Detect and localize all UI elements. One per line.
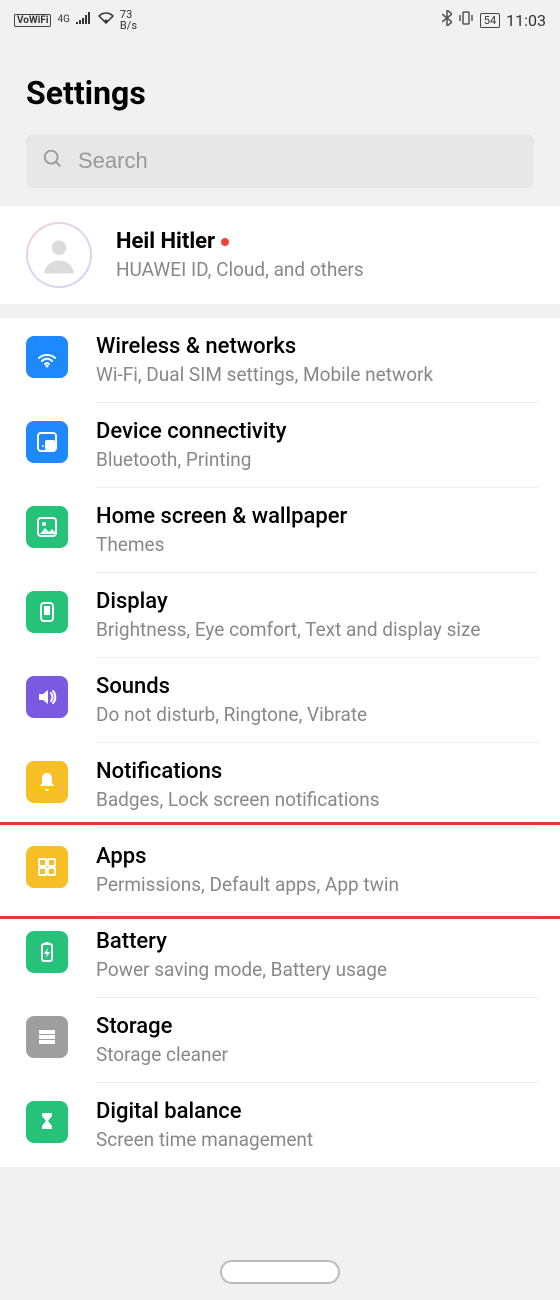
signal-type: 4G	[57, 15, 69, 25]
item-title: Wireless & networks	[96, 334, 538, 359]
item-sub: Wi-Fi, Dual SIM settings, Mobile network	[96, 363, 538, 386]
wifi-status-icon	[98, 12, 114, 28]
hourglass-icon	[26, 1101, 68, 1143]
settings-list: Wireless & networks Wi-Fi, Dual SIM sett…	[0, 318, 560, 1167]
settings-item-image[interactable]: Home screen & wallpaper Themes	[0, 488, 560, 573]
settings-item-apps[interactable]: Apps Permissions, Default apps, App twin	[0, 828, 560, 913]
item-sub: Bluetooth, Printing	[96, 448, 538, 471]
account-row[interactable]: Heil Hitler HUAWEI ID, Cloud, and others	[0, 206, 560, 304]
search-input[interactable]	[78, 148, 518, 174]
status-bar: VoWiFi 4G 73B/s 54 11:03	[0, 0, 560, 40]
item-sub: Storage cleaner	[96, 1043, 538, 1066]
notification-dot-icon	[221, 238, 229, 246]
account-name: Heil Hitler	[116, 229, 364, 254]
settings-item-display[interactable]: Display Brightness, Eye comfort, Text an…	[0, 573, 560, 658]
item-sub: Badges, Lock screen notifications	[96, 788, 538, 811]
bluetooth-icon	[442, 10, 452, 30]
avatar	[26, 222, 92, 288]
status-right: 54 11:03	[442, 10, 546, 30]
item-sub: Power saving mode, Battery usage	[96, 958, 538, 981]
page-title: Settings	[0, 40, 560, 134]
item-title: Storage	[96, 1014, 538, 1039]
item-title: Sounds	[96, 674, 538, 699]
item-title: Display	[96, 589, 538, 614]
vowifi-badge: VoWiFi	[14, 14, 51, 27]
search-box[interactable]	[26, 134, 534, 188]
battery-icon	[26, 931, 68, 973]
image-icon	[26, 506, 68, 548]
item-sub: Do not disturb, Ringtone, Vibrate	[96, 703, 538, 726]
storage-icon	[26, 1016, 68, 1058]
item-title: Digital balance	[96, 1099, 538, 1124]
item-title: Battery	[96, 929, 538, 954]
settings-item-sound[interactable]: Sounds Do not disturb, Ringtone, Vibrate	[0, 658, 560, 743]
connect-icon	[26, 421, 68, 463]
item-sub: Brightness, Eye comfort, Text and displa…	[96, 618, 538, 641]
item-title: Home screen & wallpaper	[96, 504, 538, 529]
nav-pill[interactable]	[220, 1260, 340, 1284]
settings-item-hourglass[interactable]: Digital balance Screen time management	[0, 1083, 560, 1167]
status-left: VoWiFi 4G 73B/s	[14, 9, 137, 31]
settings-item-bell[interactable]: Notifications Badges, Lock screen notifi…	[0, 743, 560, 828]
item-title: Device connectivity	[96, 419, 538, 444]
vibrate-icon	[458, 10, 474, 30]
search-icon	[42, 148, 64, 174]
item-sub: Themes	[96, 533, 538, 556]
item-sub: Permissions, Default apps, App twin	[96, 873, 538, 896]
item-title: Apps	[96, 844, 538, 869]
data-rate: 73B/s	[120, 9, 137, 31]
settings-item-connect[interactable]: Device connectivity Bluetooth, Printing	[0, 403, 560, 488]
item-title: Notifications	[96, 759, 538, 784]
item-sub: Screen time management	[96, 1128, 538, 1151]
bell-icon	[26, 761, 68, 803]
settings-item-wifi[interactable]: Wireless & networks Wi-Fi, Dual SIM sett…	[0, 318, 560, 403]
apps-icon	[26, 846, 68, 888]
sound-icon	[26, 676, 68, 718]
display-icon	[26, 591, 68, 633]
signal-bars-icon	[76, 12, 92, 28]
wifi-icon	[26, 336, 68, 378]
settings-item-battery[interactable]: Battery Power saving mode, Battery usage	[0, 913, 560, 998]
account-sub: HUAWEI ID, Cloud, and others	[116, 258, 364, 281]
clock: 11:03	[506, 11, 546, 30]
battery-level: 54	[480, 13, 500, 28]
settings-item-storage[interactable]: Storage Storage cleaner	[0, 998, 560, 1083]
